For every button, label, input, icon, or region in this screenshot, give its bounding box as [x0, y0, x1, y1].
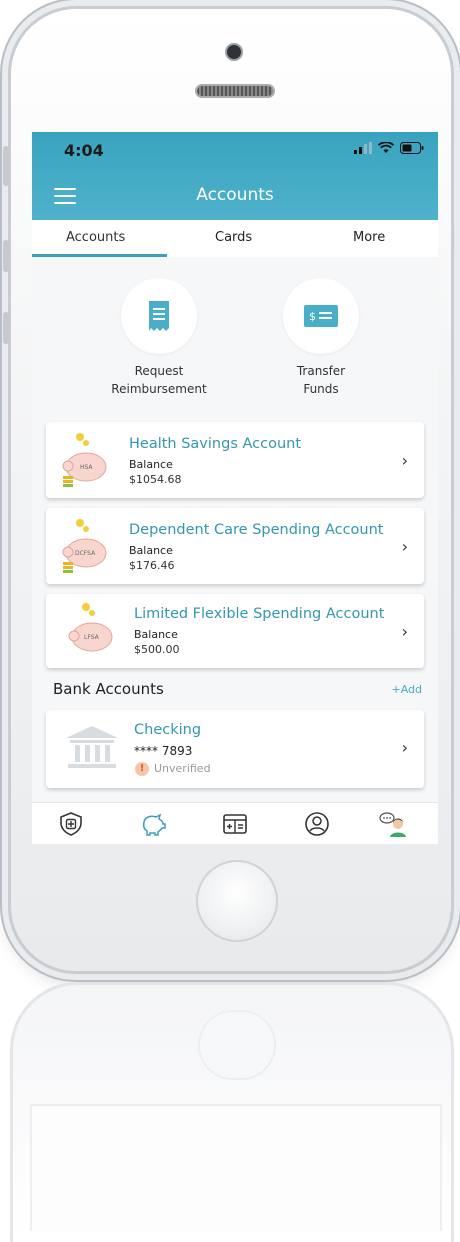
- balance-label: Balance: [129, 544, 173, 557]
- profile-icon[interactable]: [304, 811, 330, 837]
- chevron-right-icon: ›: [401, 622, 408, 641]
- transfer-funds-label-2: Funds: [303, 382, 339, 396]
- account-title: Health Savings Account: [129, 436, 302, 452]
- balance-label: Balance: [129, 458, 173, 471]
- bank-account-number: **** 7893: [134, 744, 193, 758]
- shield-plus-icon[interactable]: [58, 811, 84, 837]
- unverified-warning-icon: !: [135, 762, 149, 776]
- reflection-home-button: [198, 1010, 276, 1080]
- piggy-bank-nav-icon[interactable]: [140, 811, 166, 837]
- request-reimbursement-label-1: Request: [134, 364, 184, 378]
- chat-assistant-icon[interactable]: [378, 811, 408, 837]
- svg-text:$: $: [309, 310, 316, 323]
- piggy-bank-icon: DCFSA: [62, 519, 107, 573]
- battery-icon: [400, 142, 424, 154]
- bank-account-card[interactable]: Checking **** 7893 ! Unverified ›: [46, 710, 424, 788]
- volume-down-button: [3, 312, 9, 344]
- transfer-funds-label-1: Transfer: [296, 364, 346, 378]
- request-reimbursement-label-2: Reimbursement: [111, 382, 207, 396]
- balance-amount: $176.46: [129, 559, 175, 572]
- app-header: 4:04 Accounts: [32, 132, 438, 220]
- balance-amount: $1054.68: [129, 473, 182, 486]
- svg-text:LFSA: LFSA: [84, 634, 100, 641]
- page-title: Accounts: [196, 185, 274, 205]
- piggy-bank-icon: HSA: [62, 433, 107, 487]
- bank-accounts-heading: Bank Accounts: [53, 680, 164, 698]
- svg-text:HSA: HSA: [80, 464, 93, 471]
- account-title: Limited Flexible Spending Account: [134, 606, 385, 622]
- active-tab-indicator: [32, 254, 167, 257]
- reflection-screen: [30, 1104, 442, 1231]
- bottom-navigation: [32, 802, 438, 844]
- signal-icon: [354, 142, 372, 154]
- bank-account-status: Unverified: [154, 762, 211, 775]
- app-screen: 4:04 Accounts Accounts Cards More Reques…: [32, 132, 438, 844]
- request-reimbursement-circle: [121, 278, 197, 354]
- chevron-right-icon: ›: [401, 537, 408, 556]
- money-transfer-icon: $: [304, 305, 338, 327]
- tab-cards[interactable]: Cards: [215, 230, 252, 245]
- status-time: 4:04: [64, 141, 104, 160]
- transfer-funds-button[interactable]: $ Transfer Funds: [251, 278, 391, 398]
- chevron-right-icon: ›: [401, 738, 408, 757]
- receipt-icon: [149, 301, 169, 331]
- tab-accounts[interactable]: Accounts: [66, 230, 125, 245]
- front-camera: [225, 43, 243, 61]
- account-card-dcfsa[interactable]: DCFSA Dependent Care Spending Account Ba…: [46, 508, 424, 584]
- tab-bar: Accounts Cards More: [32, 220, 438, 257]
- balance-amount: $500.00: [134, 643, 180, 656]
- volume-up-button: [3, 240, 9, 272]
- wifi-icon: [378, 142, 394, 153]
- bank-icon: [66, 726, 118, 768]
- bank-account-name: Checking: [134, 722, 202, 738]
- piggy-bank-icon: LFSA: [68, 603, 113, 652]
- chevron-right-icon: ›: [401, 451, 408, 470]
- mute-switch: [3, 146, 9, 186]
- earpiece-speaker: [195, 84, 275, 98]
- transfer-funds-circle: $: [283, 278, 359, 354]
- request-reimbursement-button[interactable]: Request Reimbursement: [89, 278, 229, 398]
- account-title: Dependent Care Spending Account: [129, 522, 384, 538]
- tab-more[interactable]: More: [353, 230, 385, 245]
- status-icons: [354, 142, 424, 154]
- account-card-lfsa[interactable]: LFSA Limited Flexible Spending Account B…: [46, 594, 424, 668]
- add-bank-account-link[interactable]: +Add: [391, 683, 422, 696]
- balance-label: Balance: [134, 628, 178, 641]
- calculator-icon[interactable]: [222, 811, 248, 837]
- home-button[interactable]: [196, 860, 278, 942]
- svg-text:DCFSA: DCFSA: [75, 550, 96, 557]
- account-card-hsa[interactable]: HSA Health Savings Account Balance $1054…: [46, 422, 424, 498]
